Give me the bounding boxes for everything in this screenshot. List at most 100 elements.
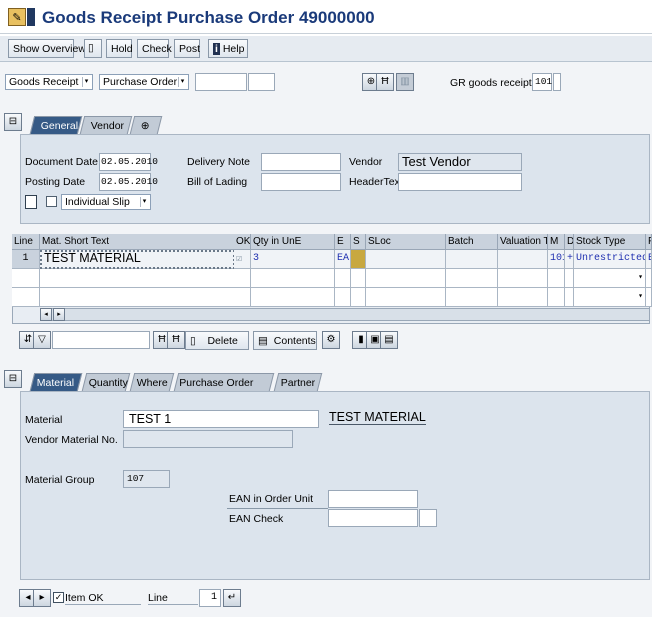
horizontal-scrollbar[interactable] <box>40 308 650 321</box>
status-icon[interactable] <box>351 250 366 269</box>
grid-cell-ok[interactable] <box>234 269 251 288</box>
movement-type-input[interactable]: 101 <box>532 73 552 91</box>
delivery-note-input[interactable] <box>261 153 341 171</box>
grid-cell-sloc[interactable] <box>366 288 446 307</box>
ean-check-input[interactable] <box>328 509 418 527</box>
grid-cell-p[interactable] <box>646 269 652 288</box>
grid-cell-qty[interactable]: 3 <box>251 250 335 269</box>
grid-cell-unit[interactable]: EA <box>335 250 351 269</box>
grid-cell-movement[interactable] <box>548 288 565 307</box>
header-text-input[interactable] <box>398 173 522 191</box>
material-input[interactable]: TEST 1 <box>123 410 319 428</box>
grid-cell-valuation-type[interactable] <box>498 250 548 269</box>
grid-cell-stock-type[interactable]: Unrestricted <box>574 250 646 269</box>
movement-type-f4[interactable] <box>553 73 561 91</box>
grid-cell-stock-type[interactable]: ▾ <box>574 269 646 288</box>
col-header-stock-type[interactable]: Stock Type <box>574 234 646 250</box>
slip-select[interactable]: Individual Slip ▾ <box>61 194 151 210</box>
grid-cell-p[interactable] <box>646 288 652 307</box>
grid-cell-sloc[interactable] <box>366 269 446 288</box>
col-header-ok[interactable]: OK <box>234 234 251 250</box>
check-button[interactable]: Check <box>137 39 172 58</box>
grid-search-input[interactable] <box>52 331 150 349</box>
grid-cell-unit[interactable] <box>335 269 351 288</box>
tab-vendor[interactable]: Vendor <box>79 116 133 134</box>
po-item-input[interactable] <box>248 73 275 91</box>
col-header-batch[interactable]: Batch <box>446 234 498 250</box>
doc-edit-icon[interactable]: ▤ <box>380 331 398 349</box>
col-header-debit[interactable]: D <box>565 234 574 250</box>
col-header-mat-short-text[interactable]: Mat. Short Text <box>40 234 235 250</box>
grid-cell-qty[interactable] <box>251 269 335 288</box>
col-header-status[interactable]: S <box>351 234 366 250</box>
post-button[interactable]: Post <box>174 39 200 58</box>
find-next-icon[interactable]: Ħ <box>167 331 185 349</box>
dropdown-arrow-icon[interactable]: ▾ <box>638 272 643 282</box>
new-document-button[interactable]: ▯ <box>84 39 102 58</box>
show-overview-button[interactable]: Show Overview <box>8 39 86 58</box>
col-header-p[interactable]: P <box>646 234 652 250</box>
grid-cell-valuation-type[interactable] <box>498 288 548 307</box>
delete-button[interactable]: ▯ Delete <box>185 331 249 350</box>
posting-date-input[interactable]: 02.05.2010 <box>99 173 158 191</box>
binoculars-icon[interactable]: Ħ <box>376 73 394 91</box>
item-ok-checkbox[interactable]: ✓ <box>53 592 64 603</box>
tab-general[interactable]: General <box>29 116 83 134</box>
scroll-right-icon[interactable]: ▸ <box>53 308 65 321</box>
grid-cell-line[interactable] <box>12 288 40 307</box>
grid-cell-debit[interactable]: + <box>565 250 574 269</box>
detail-tab-1[interactable]: Quantity <box>81 373 131 391</box>
grid-cell-batch[interactable] <box>446 269 498 288</box>
grid-cell-status[interactable] <box>351 288 366 307</box>
grid-cell-debit[interactable] <box>565 269 574 288</box>
grid-cell-debit[interactable] <box>565 288 574 307</box>
grid-cell-movement[interactable] <box>548 269 565 288</box>
grid-cell-mat-short-text[interactable] <box>40 288 235 307</box>
detail-tab-3[interactable]: Purchase Order Data <box>173 373 275 401</box>
next-item-icon[interactable]: ▸ <box>33 589 51 607</box>
scroll-left-icon[interactable]: ◂ <box>40 308 52 321</box>
grid-cell-sloc[interactable] <box>366 250 446 269</box>
ean-unit-input[interactable] <box>328 490 418 508</box>
grid-cell-unit[interactable] <box>335 288 351 307</box>
ean-check-extra[interactable] <box>419 509 437 527</box>
po-number-input[interactable] <box>195 73 247 91</box>
ok-checkbox[interactable]: ☑ <box>234 250 251 269</box>
grid-cell-status[interactable] <box>351 269 366 288</box>
hold-button[interactable]: Hold <box>106 39 133 58</box>
grid-cell-mat-short-text[interactable] <box>40 269 235 288</box>
grid-cell-line[interactable] <box>12 269 40 288</box>
detail-tab-0[interactable]: Material <box>29 373 83 391</box>
detail-tab-2[interactable]: Where <box>129 373 175 391</box>
contents-button[interactable]: ▤ Contents <box>253 331 317 350</box>
grid-cell-mat-short-text[interactable]: TEST MATERIAL <box>40 250 235 269</box>
grid-cell-batch[interactable] <box>446 288 498 307</box>
line-go-icon[interactable]: ↵ <box>223 589 241 607</box>
config-icon[interactable]: ⚙ <box>322 331 340 349</box>
filter-icon[interactable]: ▽ <box>33 331 51 349</box>
grid-cell-valuation-type[interactable] <box>498 269 548 288</box>
col-header-valuation-type[interactable]: Valuation T <box>498 234 548 250</box>
header-collapse-icon[interactable]: ⊟ <box>4 113 22 131</box>
col-header-sloc[interactable]: SLoc <box>366 234 446 250</box>
grid-cell-qty[interactable] <box>251 288 335 307</box>
help-button[interactable]: i Help <box>208 39 248 58</box>
tab-more-icon[interactable]: ⊕ <box>129 116 163 134</box>
grid-cell-stock-type[interactable]: ▾ <box>574 288 646 307</box>
col-header-movement[interactable]: M <box>548 234 565 250</box>
dropdown-arrow-icon[interactable]: ▾ <box>638 291 643 301</box>
print-checkbox[interactable] <box>46 196 57 207</box>
action-select[interactable]: Goods Receipt ▾ <box>5 74 93 90</box>
grid-cell-movement[interactable]: 101 <box>548 250 565 269</box>
col-header-line[interactable]: Line <box>12 234 40 250</box>
detail-tab-4[interactable]: Partner <box>273 373 323 391</box>
reference-select[interactable]: Purchase Order ▾ <box>99 74 189 90</box>
hold-data-icon[interactable]: ▥ <box>396 73 414 91</box>
line-input[interactable]: 1 <box>199 589 221 607</box>
col-header-unit[interactable]: E <box>335 234 351 250</box>
detail-collapse-icon[interactable]: ⊟ <box>4 370 22 388</box>
grid-cell-p[interactable]: E <box>646 250 652 269</box>
grid-cell-batch[interactable] <box>446 250 498 269</box>
doc-date-input[interactable]: 02.05.2010 <box>99 153 158 171</box>
print-icon[interactable] <box>25 195 37 209</box>
